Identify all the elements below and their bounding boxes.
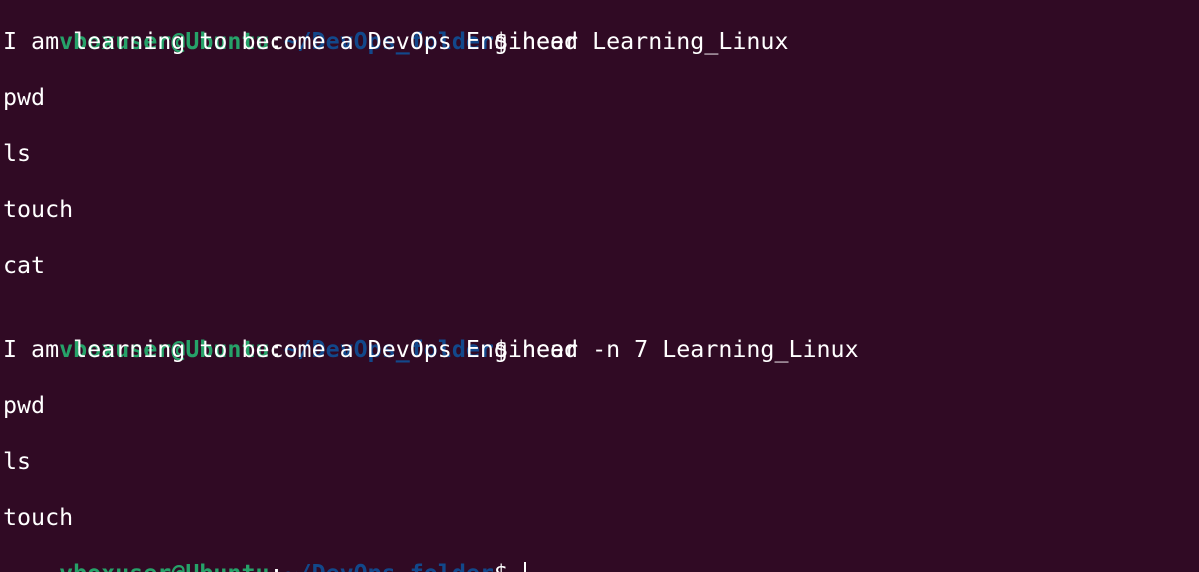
output-blank-line: [3, 364, 1199, 392]
output-blank-line: [3, 112, 1199, 140]
prompt-dollar: $: [494, 560, 508, 572]
prompt-user-host: vboxuser@Ubuntu: [59, 560, 269, 572]
output-line: touch: [3, 504, 74, 531]
output-line: cat: [3, 252, 46, 279]
prompt-line: vboxuser@Ubuntu:~/DevOps_folder$ head -n…: [3, 308, 1199, 363]
output-line: touch: [3, 196, 74, 223]
terminal-window[interactable]: vboxuser@Ubuntu:~/DevOps_folder$ head Le…: [0, 0, 1199, 572]
output-blank-line: [3, 476, 1199, 504]
output-line: ls: [3, 140, 32, 167]
active-prompt-line[interactable]: vboxuser@Ubuntu:~/DevOps_folder$: [3, 532, 1199, 572]
output-blank-line: [3, 168, 1199, 196]
output-blank-line: [3, 280, 1199, 308]
prompt-line: vboxuser@Ubuntu:~/DevOps_folder$ head Le…: [3, 0, 1199, 55]
prompt-colon: :: [270, 560, 284, 572]
text-cursor: [523, 562, 526, 572]
prompt-path: ~/DevOps_folder: [284, 560, 494, 572]
output-line: pwd: [3, 84, 46, 111]
output-line: pwd: [3, 392, 46, 419]
output-line: ls: [3, 448, 32, 475]
command-input[interactable]: [508, 560, 522, 572]
output-blank-line: [3, 420, 1199, 448]
output-blank-line: [3, 224, 1199, 252]
output-blank-line: [3, 56, 1199, 84]
